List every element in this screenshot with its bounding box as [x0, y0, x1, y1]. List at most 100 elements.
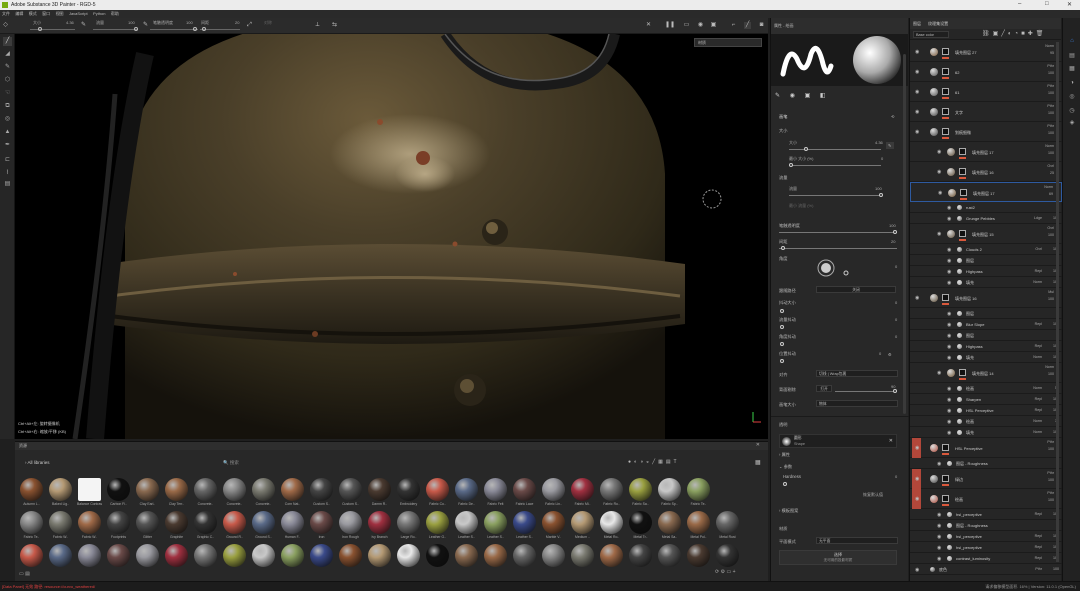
material-thumbnail[interactable] — [280, 544, 305, 576]
layer-opacity[interactable]: 100 — [1048, 111, 1054, 115]
material-thumbnail[interactable] — [512, 544, 537, 576]
material-thumbnail[interactable]: Fabric Co.. — [425, 478, 450, 510]
layer-row[interactable]: ◉绘画Norm54 — [910, 383, 1062, 394]
layer-row[interactable]: ◉ 图层 — [910, 330, 1062, 341]
visibility-eye-icon[interactable]: ◉ — [915, 69, 919, 75]
polygon-fill-icon[interactable]: ⬡ — [3, 76, 12, 85]
size-slider[interactable] — [30, 29, 75, 30]
menu-mode[interactable]: 模式 — [29, 11, 37, 17]
layer-opacity[interactable]: 100 — [1048, 151, 1054, 155]
material-thumbnail[interactable]: Fabric Lace — [512, 478, 537, 510]
layer-blend-mode[interactable]: Pthr — [1047, 471, 1054, 475]
material-thumbnail[interactable] — [193, 544, 218, 576]
shelf-list-icon[interactable]: ▭ ▤ — [19, 571, 30, 577]
layer-row[interactable]: ◉ 图层 - Roughness — [910, 458, 1062, 469]
material-thumbnail[interactable]: Balance Contrast — [77, 478, 102, 510]
smudge-icon[interactable]: ☜ — [3, 89, 12, 98]
material-thumbnail[interactable] — [106, 544, 131, 576]
layer-opacity[interactable]: 95 — [1050, 51, 1054, 55]
layer-mask-icon[interactable] — [942, 495, 949, 502]
color-picker-icon[interactable]: ✒ — [3, 141, 12, 150]
spacing-slider-handle[interactable] — [202, 27, 206, 31]
visibility-eye-icon[interactable]: ◉ — [947, 408, 951, 414]
layer-blend-mode[interactable]: Pthr — [1047, 64, 1054, 68]
visibility-eye-icon[interactable]: ◉ — [915, 496, 919, 502]
material-thumbnail[interactable]: Ground R.. — [222, 511, 247, 543]
material-thumbnail[interactable]: Human F.. — [280, 511, 305, 543]
material-thumbnail[interactable]: Fabric Sp.. — [657, 478, 682, 510]
visibility-eye-icon[interactable]: ◉ — [947, 344, 951, 350]
material-thumbnail[interactable]: Metal Sa.. — [657, 511, 682, 543]
history-dock-icon[interactable]: ◷ — [1067, 106, 1077, 116]
visibility-eye-icon[interactable]: ◉ — [915, 567, 919, 573]
layer-opacity[interactable]: 25 — [1050, 171, 1054, 175]
3d-viewport[interactable]: 材质 Ctrl+Alt+左: 旋转摄像机 Ctrl+Alt+右: 缩放/平移 (… — [15, 34, 768, 439]
layer-row[interactable]: ◉ HSL Perceptive Pthr 100 — [910, 438, 1062, 458]
layer-blend-mode[interactable]: Repl — [1035, 512, 1042, 516]
visibility-eye-icon[interactable]: ◉ — [937, 545, 941, 551]
size-slider-track[interactable] — [789, 149, 881, 150]
flow-slider-knob[interactable] — [879, 193, 883, 197]
layer-blend-mode[interactable]: Norm — [1045, 365, 1054, 369]
layer-opacity[interactable]: 100 — [1048, 233, 1054, 237]
material-thumbnail[interactable]: Carbon Fi.. — [106, 478, 131, 510]
library-filter[interactable]: › All libraries — [25, 460, 50, 465]
layer-row[interactable]: ◉HSL PerceptiveRepl100 — [910, 405, 1062, 416]
brush-preset-icon[interactable]: ◇ — [2, 22, 9, 29]
pen-pressure-icon[interactable]: ✎ — [80, 22, 87, 29]
layer-blend-mode[interactable]: Norm — [1044, 185, 1053, 189]
material-thumbnail[interactable]: Clay Terr.. — [164, 478, 189, 510]
layer-blend-mode[interactable]: Repl — [1035, 408, 1042, 412]
menu-window[interactable]: 窗口 — [42, 11, 50, 17]
material-thumbnail[interactable]: Iron — [309, 511, 334, 543]
material-thumbnail[interactable]: Glitter — [135, 511, 160, 543]
material-mode-select[interactable]: 无平面 — [816, 537, 898, 544]
size-slider-knob[interactable] — [804, 147, 808, 151]
opacity-slider-handle[interactable] — [193, 27, 197, 31]
material-thumbnail[interactable] — [541, 544, 566, 576]
visibility-eye-icon[interactable]: ◉ — [937, 534, 941, 540]
spacing-slider-knob[interactable] — [781, 246, 785, 250]
angle-dial[interactable] — [816, 258, 856, 278]
material-thumbnail[interactable]: Fabric Te.. — [686, 478, 711, 510]
layer-row[interactable]: ◉Blur SlopeRepl100 — [910, 319, 1062, 330]
material-thumbnail[interactable]: Fabric Ro.. — [599, 478, 624, 510]
layer-mask-icon[interactable] — [959, 168, 966, 175]
material-thumbnail[interactable]: Leather S.. — [483, 511, 508, 543]
material-thumbnail[interactable] — [657, 544, 682, 576]
layer-mask-icon[interactable] — [942, 88, 949, 95]
measure-icon[interactable]: ⊏ — [3, 156, 12, 165]
layer-blend-mode[interactable]: Norm — [1045, 144, 1054, 148]
layer-row[interactable]: ◉ 61 Pthr 100 — [910, 82, 1062, 102]
layer-row[interactable]: ◉ 填充图层 15 Ovrl 100 — [910, 224, 1062, 244]
material-thumbnail[interactable]: Large Ro.. — [396, 511, 421, 543]
symmetry-toggle-icon[interactable]: ⇆ — [331, 22, 338, 29]
layer-row[interactable]: ◉填充Norm100 — [910, 427, 1062, 438]
material-thumbnail[interactable] — [454, 544, 479, 576]
layer-opacity[interactable]: 100 — [1048, 447, 1054, 451]
material-thumbnail[interactable]: Ivy Branch — [367, 511, 392, 543]
visibility-eye-icon[interactable]: ◉ — [915, 295, 919, 301]
mirror-icon[interactable]: ⟂ — [314, 22, 321, 29]
layer-opacity[interactable]: 100 — [1048, 131, 1054, 135]
close-button[interactable]: ✕ — [1067, 1, 1072, 8]
layer-blend-mode[interactable]: Repl — [1035, 322, 1042, 326]
material-thumbnail[interactable]: Fabric De.. — [454, 478, 479, 510]
layer-blend-mode[interactable]: Pthr — [1047, 440, 1054, 444]
reset-defaults-button[interactable]: 恢复默认值 — [863, 492, 883, 498]
layer-row[interactable]: ◉ 绿边 Pthr 100 — [910, 469, 1062, 489]
backface-angle-track[interactable] — [835, 391, 897, 392]
export-icon[interactable]: ▤ — [3, 180, 12, 189]
material-thumbnail[interactable]: Fabric Felt — [483, 478, 508, 510]
tab-texture-set[interactable]: 纹理集设置 — [928, 21, 948, 26]
layer-row[interactable]: ◉ 填充图层 16 Ovrl 25 — [910, 162, 1062, 182]
visibility-eye-icon[interactable]: ◉ — [947, 386, 951, 392]
visibility-eye-icon[interactable]: ◉ — [947, 280, 951, 286]
attributes-toggle[interactable]: › 属性 — [779, 452, 790, 458]
layer-opacity[interactable]: 100 — [1048, 71, 1054, 75]
layer-action-icons[interactable]: ⛓▣╱◐◔■✚🗑 — [982, 30, 1046, 37]
layer-blend-mode[interactable]: Pthr — [1047, 124, 1054, 128]
layer-row[interactable]: ◉Clouds 2Ovrl100 — [910, 244, 1062, 255]
layer-row[interactable]: ◉填充Norm100 — [910, 352, 1062, 363]
layer-blend-mode[interactable]: Norm — [1033, 386, 1042, 390]
